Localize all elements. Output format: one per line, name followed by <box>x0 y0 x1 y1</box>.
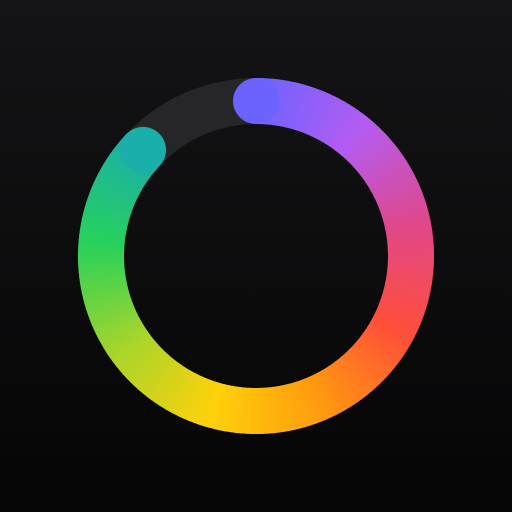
ring-progress-arc <box>78 77 434 434</box>
ring-end-cap <box>120 126 167 173</box>
ring-start-cap <box>233 78 279 124</box>
app-icon-tile <box>0 0 512 512</box>
activity-ring-icon <box>78 77 434 434</box>
